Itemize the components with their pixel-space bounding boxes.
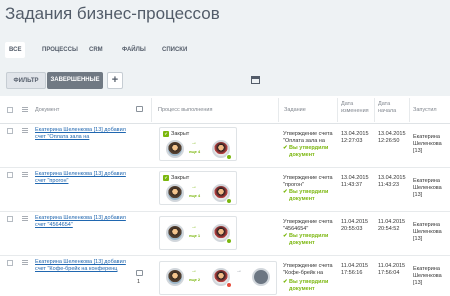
document-link[interactable]: Екатерина Шеленкова [13] добавил счет "п… [35,171,135,185]
tab-bar: все процессы crm файлы списки [0,38,450,60]
row-checkbox[interactable] [7,260,13,266]
row-checkbox[interactable] [7,128,13,134]
tasks-grid: Документ Процесс выполнения Задание Дата… [0,96,450,296]
column-divider [374,98,375,122]
avatar [166,224,184,242]
row-menu-icon[interactable] [22,260,28,265]
row-checkbox[interactable] [7,172,13,178]
row-checkbox[interactable] [7,216,13,222]
menu-icon[interactable] [22,107,28,112]
process-card: → еще 2 → [159,261,277,295]
column-launched-by[interactable]: Запустил [413,107,437,114]
check-status-icon [226,198,232,204]
launched-by: Екатерина Шеленкова [13] [413,266,442,286]
started-date: 13.04.2015 11:43:23 [378,175,406,188]
arrow-right-icon: → [191,268,197,274]
modified-date: 11.04.2015 20:55:03 [341,219,369,232]
comment-count: 1 [137,279,141,285]
task-result: ✔ Вы утвердили документ [283,233,329,246]
tab-files[interactable]: файлы [118,42,150,58]
task-title: Утверждение счета "Оплата зала на [283,131,333,144]
arrow-right-icon: → [191,224,197,230]
reject-status-icon [226,282,232,288]
process-card: Закрыт → еще 4 [159,127,237,161]
column-task[interactable]: Задание [284,107,306,114]
arrow-right-icon: → [191,184,197,190]
launched-by: Екатерина Шеленкова [13] [413,222,442,242]
completed-button[interactable]: ЗАВЕРШЕННЫЕ [47,72,103,89]
column-started[interactable]: Дата начала [378,101,408,115]
task-title: Утверждение счета "Кофе-брейк на [283,263,333,276]
started-date: 13.04.2015 12:26:50 [378,131,406,144]
arrow-right-icon: → [236,268,242,274]
launched-by: Екатерина Шеленкова [13] [413,134,442,154]
started-date: 11.04.2015 17:56:04 [378,263,406,276]
task-title: Утверждение счета "4564654" [283,219,333,232]
select-all-checkbox[interactable] [7,107,13,113]
column-document[interactable]: Документ [35,107,59,114]
modified-date: 13.04.2015 11:43:37 [341,175,369,188]
row-menu-icon[interactable] [22,128,28,133]
document-link[interactable]: Екатерина Шеленкова [13] добавил счет "О… [35,127,135,141]
row-menu-icon[interactable] [22,216,28,221]
table-row: Екатерина Шеленкова [13] добавил счет "4… [0,212,450,256]
avatar [166,140,184,158]
avatar [252,268,270,286]
tab-processes[interactable]: процессы [38,42,82,58]
column-divider [278,98,279,122]
arrow-right-icon: → [191,140,197,146]
comment-icon [136,106,143,112]
table-row: Екатерина Шеленкова [13] добавил счет "О… [0,124,450,168]
started-date: 11.04.2015 20:54:52 [378,219,406,232]
tab-lists[interactable]: списки [158,42,191,58]
grid-header: Документ Процесс выполнения Задание Дата… [0,96,450,124]
column-process[interactable]: Процесс выполнения [158,107,212,114]
status-closed: Закрыт [163,131,189,137]
tab-all[interactable]: все [5,42,26,58]
column-divider [151,98,152,122]
tab-crm[interactable]: crm [85,42,107,58]
column-modified[interactable]: Дата изменения [341,101,371,115]
launched-by: Екатерина Шеленкова [13] [413,178,442,198]
window-icon[interactable] [251,76,260,84]
process-card: Закрыт → еще 4 [159,171,237,205]
task-result: ✔ Вы утвердили документ [283,189,329,202]
filter-button[interactable]: ФИЛЬТР [6,72,46,89]
status-closed: Закрыт [163,175,189,181]
toolbar: ФИЛЬТР ЗАВЕРШЕННЫЕ + [3,70,447,92]
document-link[interactable]: Екатерина Шеленкова [13] добавил счет "4… [35,215,135,229]
row-menu-icon[interactable] [22,172,28,177]
column-divider [337,98,338,122]
page-title: Задания бизнес-процессов [5,4,220,23]
add-filter-button[interactable]: + [107,72,123,89]
check-status-icon [226,238,232,244]
modified-date: 13.04.2015 12:27:03 [341,131,369,144]
task-result: ✔ Вы утвердили документ [283,279,329,292]
step-label: еще 4 [189,193,201,198]
document-link[interactable]: Екатерина Шеленкова [13] добавил счет "К… [35,259,135,273]
modified-date: 11.04.2015 17:56:16 [341,263,369,276]
comment-icon[interactable] [136,270,143,276]
column-divider [409,98,410,122]
check-status-icon [226,154,232,160]
step-label: еще 2 [189,277,201,282]
table-row: Екатерина Шеленкова [13] добавил счет "К… [0,256,450,296]
avatar [166,268,184,286]
task-result: ✔ Вы утвердили документ [283,145,329,158]
step-label: еще 4 [189,149,201,154]
process-card: → еще 1 [159,216,237,250]
avatar [166,184,184,202]
task-title: Утверждение счета "прогон" [283,175,333,188]
step-label: еще 1 [189,233,201,238]
table-row: Екатерина Шеленкова [13] добавил счет "п… [0,168,450,212]
